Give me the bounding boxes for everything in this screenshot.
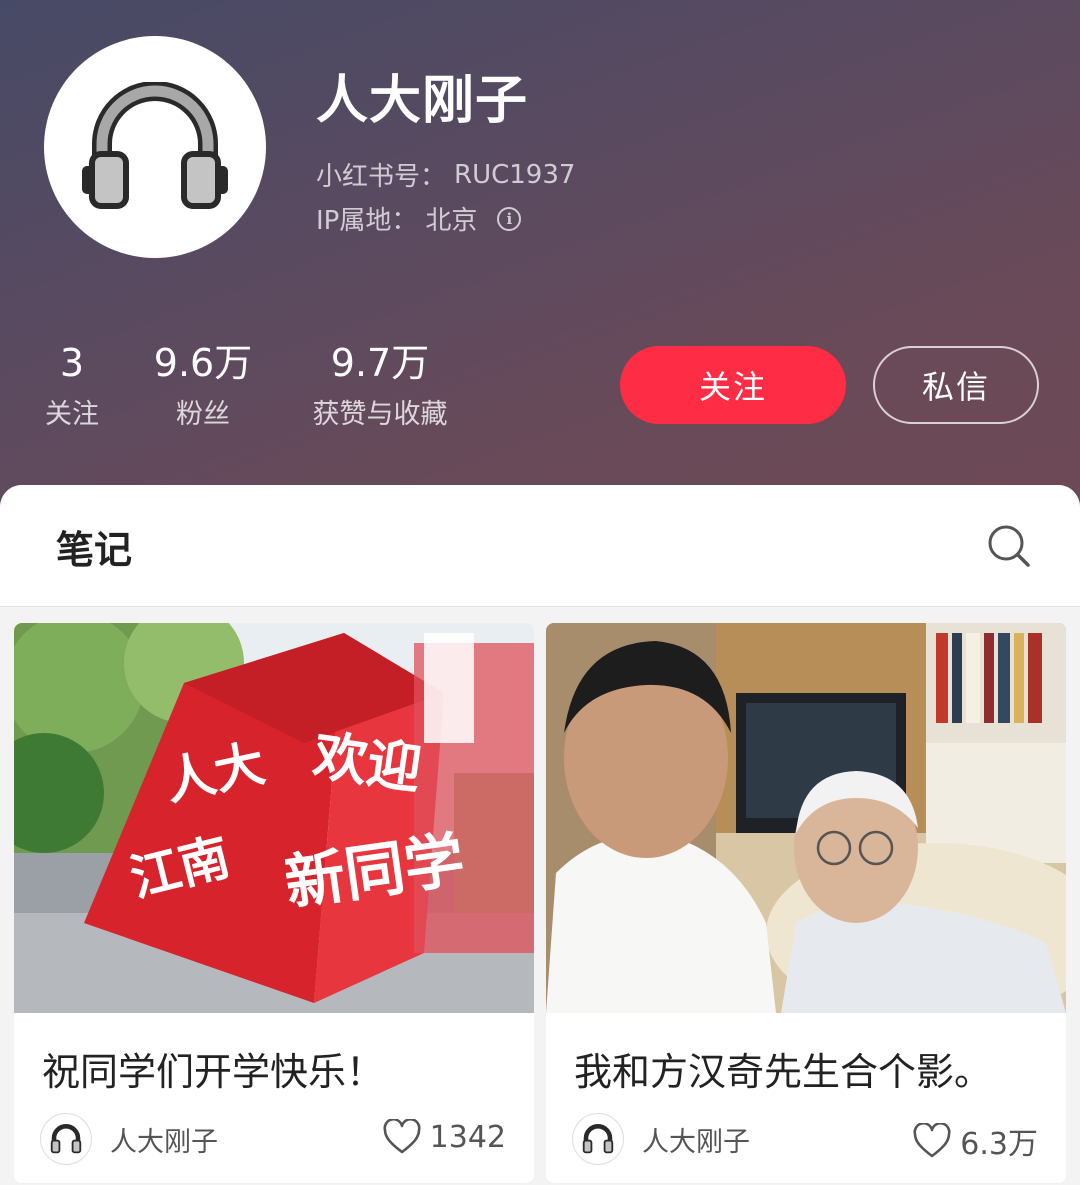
- like-button[interactable]: 1342: [382, 1119, 506, 1155]
- profile-name: 人大刚子: [316, 71, 529, 131]
- note-title: 祝同学们开学快乐！: [42, 1050, 385, 1094]
- info-icon[interactable]: i: [497, 206, 522, 231]
- note-author[interactable]: 人大刚子: [40, 1113, 218, 1165]
- like-count: 1342: [429, 1119, 506, 1155]
- message-button[interactable]: 私信: [873, 346, 1039, 424]
- heart-icon: [913, 1123, 951, 1158]
- author-avatar[interactable]: [572, 1113, 624, 1165]
- note-author[interactable]: 人大刚子: [572, 1113, 750, 1165]
- notes-panel: 笔记 人大 江南 欢迎 新同学 祝同学们开学快乐！ 人大刚子 1342 我和方汉…: [0, 485, 1080, 1185]
- stat-following-label: 关注: [45, 399, 99, 430]
- tab-bar: 笔记: [0, 485, 1080, 607]
- stat-likes-label: 获赞与收藏: [312, 399, 448, 430]
- profile-ip-label: IP属地：: [316, 206, 418, 236]
- author-name: 人大刚子: [110, 1126, 218, 1158]
- stat-likes-value: 9.7万: [330, 341, 430, 385]
- profile-header: 人大刚子 小红书号： RUC1937 IP属地： 北京 i 3 关注 9.6万 …: [0, 0, 1080, 520]
- author-avatar[interactable]: [40, 1113, 92, 1165]
- headphones-icon: [50, 1124, 82, 1154]
- note-title: 我和方汉奇先生合个影。: [574, 1050, 993, 1094]
- stat-following[interactable]: 3 关注: [40, 340, 104, 431]
- headphones-icon: [582, 1124, 614, 1154]
- stat-followers-value: 9.6万: [153, 341, 253, 385]
- profile-id-label: 小红书号：: [316, 162, 447, 192]
- profile-id-value: RUC1937: [454, 159, 576, 190]
- stat-likes-collects[interactable]: 9.7万 获赞与收藏: [300, 340, 460, 431]
- profile-id: 小红书号： RUC1937: [316, 156, 575, 193]
- profile-avatar[interactable]: [44, 36, 266, 258]
- search-icon[interactable]: [986, 523, 1032, 569]
- follow-button[interactable]: 关注: [620, 346, 846, 424]
- author-name: 人大刚子: [642, 1126, 750, 1158]
- note-card[interactable]: 我和方汉奇先生合个影。 人大刚子 6.3万: [546, 623, 1066, 1183]
- profile-ip: IP属地： 北京 i: [316, 200, 522, 237]
- profile-ip-value: 北京: [425, 206, 478, 236]
- photo-text-welcome: 欢迎: [309, 722, 426, 802]
- headphones-icon: [82, 82, 228, 209]
- heart-icon: [383, 1119, 421, 1154]
- note-image[interactable]: [546, 623, 1066, 1013]
- stat-followers-label: 粉丝: [176, 399, 230, 430]
- selfie-photo: [546, 623, 1066, 1013]
- note-image[interactable]: 人大 江南 欢迎 新同学: [14, 623, 534, 1013]
- tab-notes[interactable]: 笔记: [56, 519, 132, 574]
- like-button[interactable]: 6.3万: [912, 1119, 1038, 1163]
- note-card[interactable]: 人大 江南 欢迎 新同学 祝同学们开学快乐！ 人大刚子 1342: [14, 623, 534, 1183]
- stat-followers[interactable]: 9.6万 粉丝: [148, 340, 258, 431]
- stat-following-value: 3: [59, 341, 85, 385]
- like-count: 6.3万: [960, 1127, 1038, 1162]
